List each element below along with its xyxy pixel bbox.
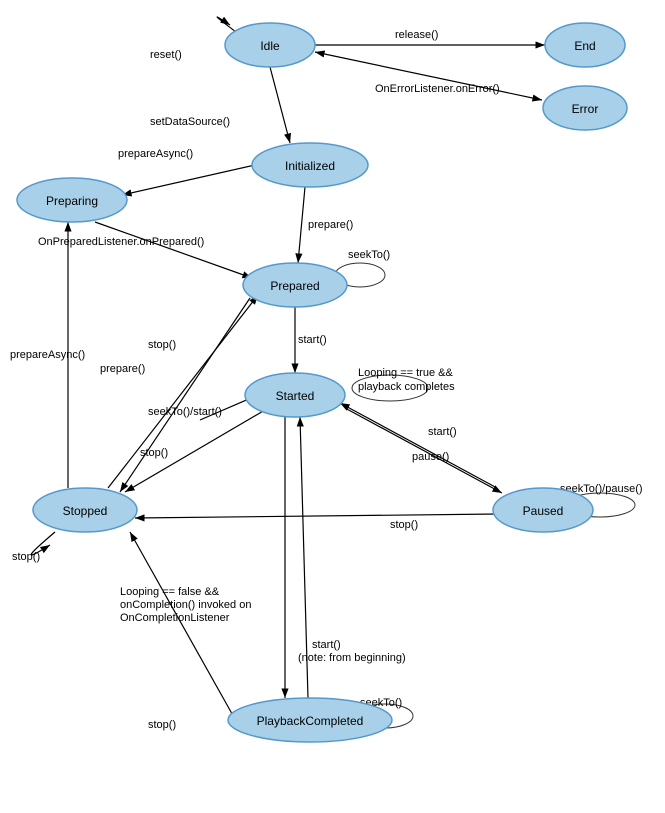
label-looping-false-2: onCompletion() invoked on xyxy=(120,599,251,611)
label-idle-error: OnErrorListener.onError() xyxy=(375,83,500,95)
label-stop-stopped: stop() xyxy=(12,551,40,563)
label-prepareasync-stopped: prepareAsync() xyxy=(10,349,85,361)
arrow-init-preparing xyxy=(122,165,255,195)
label-looping-true-1: Looping == true && xyxy=(358,367,453,379)
label-state-initialized: Initialized xyxy=(285,159,335,173)
label-seekto-start-stopped: seekTo()/start() xyxy=(148,406,222,418)
label-idle-end: release() xyxy=(395,29,438,41)
label-prepare-stopped: prepare() xyxy=(100,363,145,375)
label-stop-prepared: stop() xyxy=(148,339,176,351)
label-start-playback-2: (note: from beginning) xyxy=(298,652,406,664)
arrow-preparing-prepared xyxy=(95,222,252,278)
label-start-prepared: start() xyxy=(298,334,327,346)
label-onprepared: OnPreparedListener.onPrepared() xyxy=(38,236,204,248)
arrow-paused-stopped xyxy=(135,514,498,518)
label-stop-playback: stop() xyxy=(148,719,176,731)
label-state-end: End xyxy=(574,39,595,53)
arrow-prepared-stopped xyxy=(120,298,250,492)
label-state-idle: Idle xyxy=(260,39,280,53)
arrow-stopped-prepared xyxy=(108,295,258,488)
label-pause: pause() xyxy=(412,451,449,463)
arrow-idle-initialized xyxy=(270,67,290,143)
label-state-prepared: Prepared xyxy=(270,279,319,293)
label-start-paused: start() xyxy=(428,426,457,438)
label-looping-false-3: OnCompletionListener xyxy=(120,612,230,624)
arrow-paused-started xyxy=(340,403,497,488)
label-setdatasource: setDataSource() xyxy=(150,116,230,128)
label-reset: reset() xyxy=(150,49,182,61)
label-prepare-init: prepare() xyxy=(308,219,353,231)
label-state-stopped: Stopped xyxy=(63,504,108,518)
label-state-started: Started xyxy=(276,389,315,403)
arrow-playback-stopped xyxy=(130,532,240,728)
label-start-playback-1: start() xyxy=(312,639,341,651)
label-seekto-prepared: seekTo() xyxy=(348,249,390,261)
label-state-paused: Paused xyxy=(523,504,564,518)
label-state-error: Error xyxy=(572,102,599,116)
label-stop-started: stop() xyxy=(140,447,168,459)
label-stop-paused: stop() xyxy=(390,519,418,531)
arrow-init-prepared xyxy=(298,187,305,263)
label-prepareasync-init: prepareAsync() xyxy=(118,148,193,160)
label-looping-true-2: playback completes xyxy=(358,381,455,393)
label-state-preparing: Preparing xyxy=(46,194,98,208)
label-looping-false-1: Looping == false && xyxy=(120,586,220,598)
label-state-playbackcompleted: PlaybackCompleted xyxy=(257,714,364,728)
